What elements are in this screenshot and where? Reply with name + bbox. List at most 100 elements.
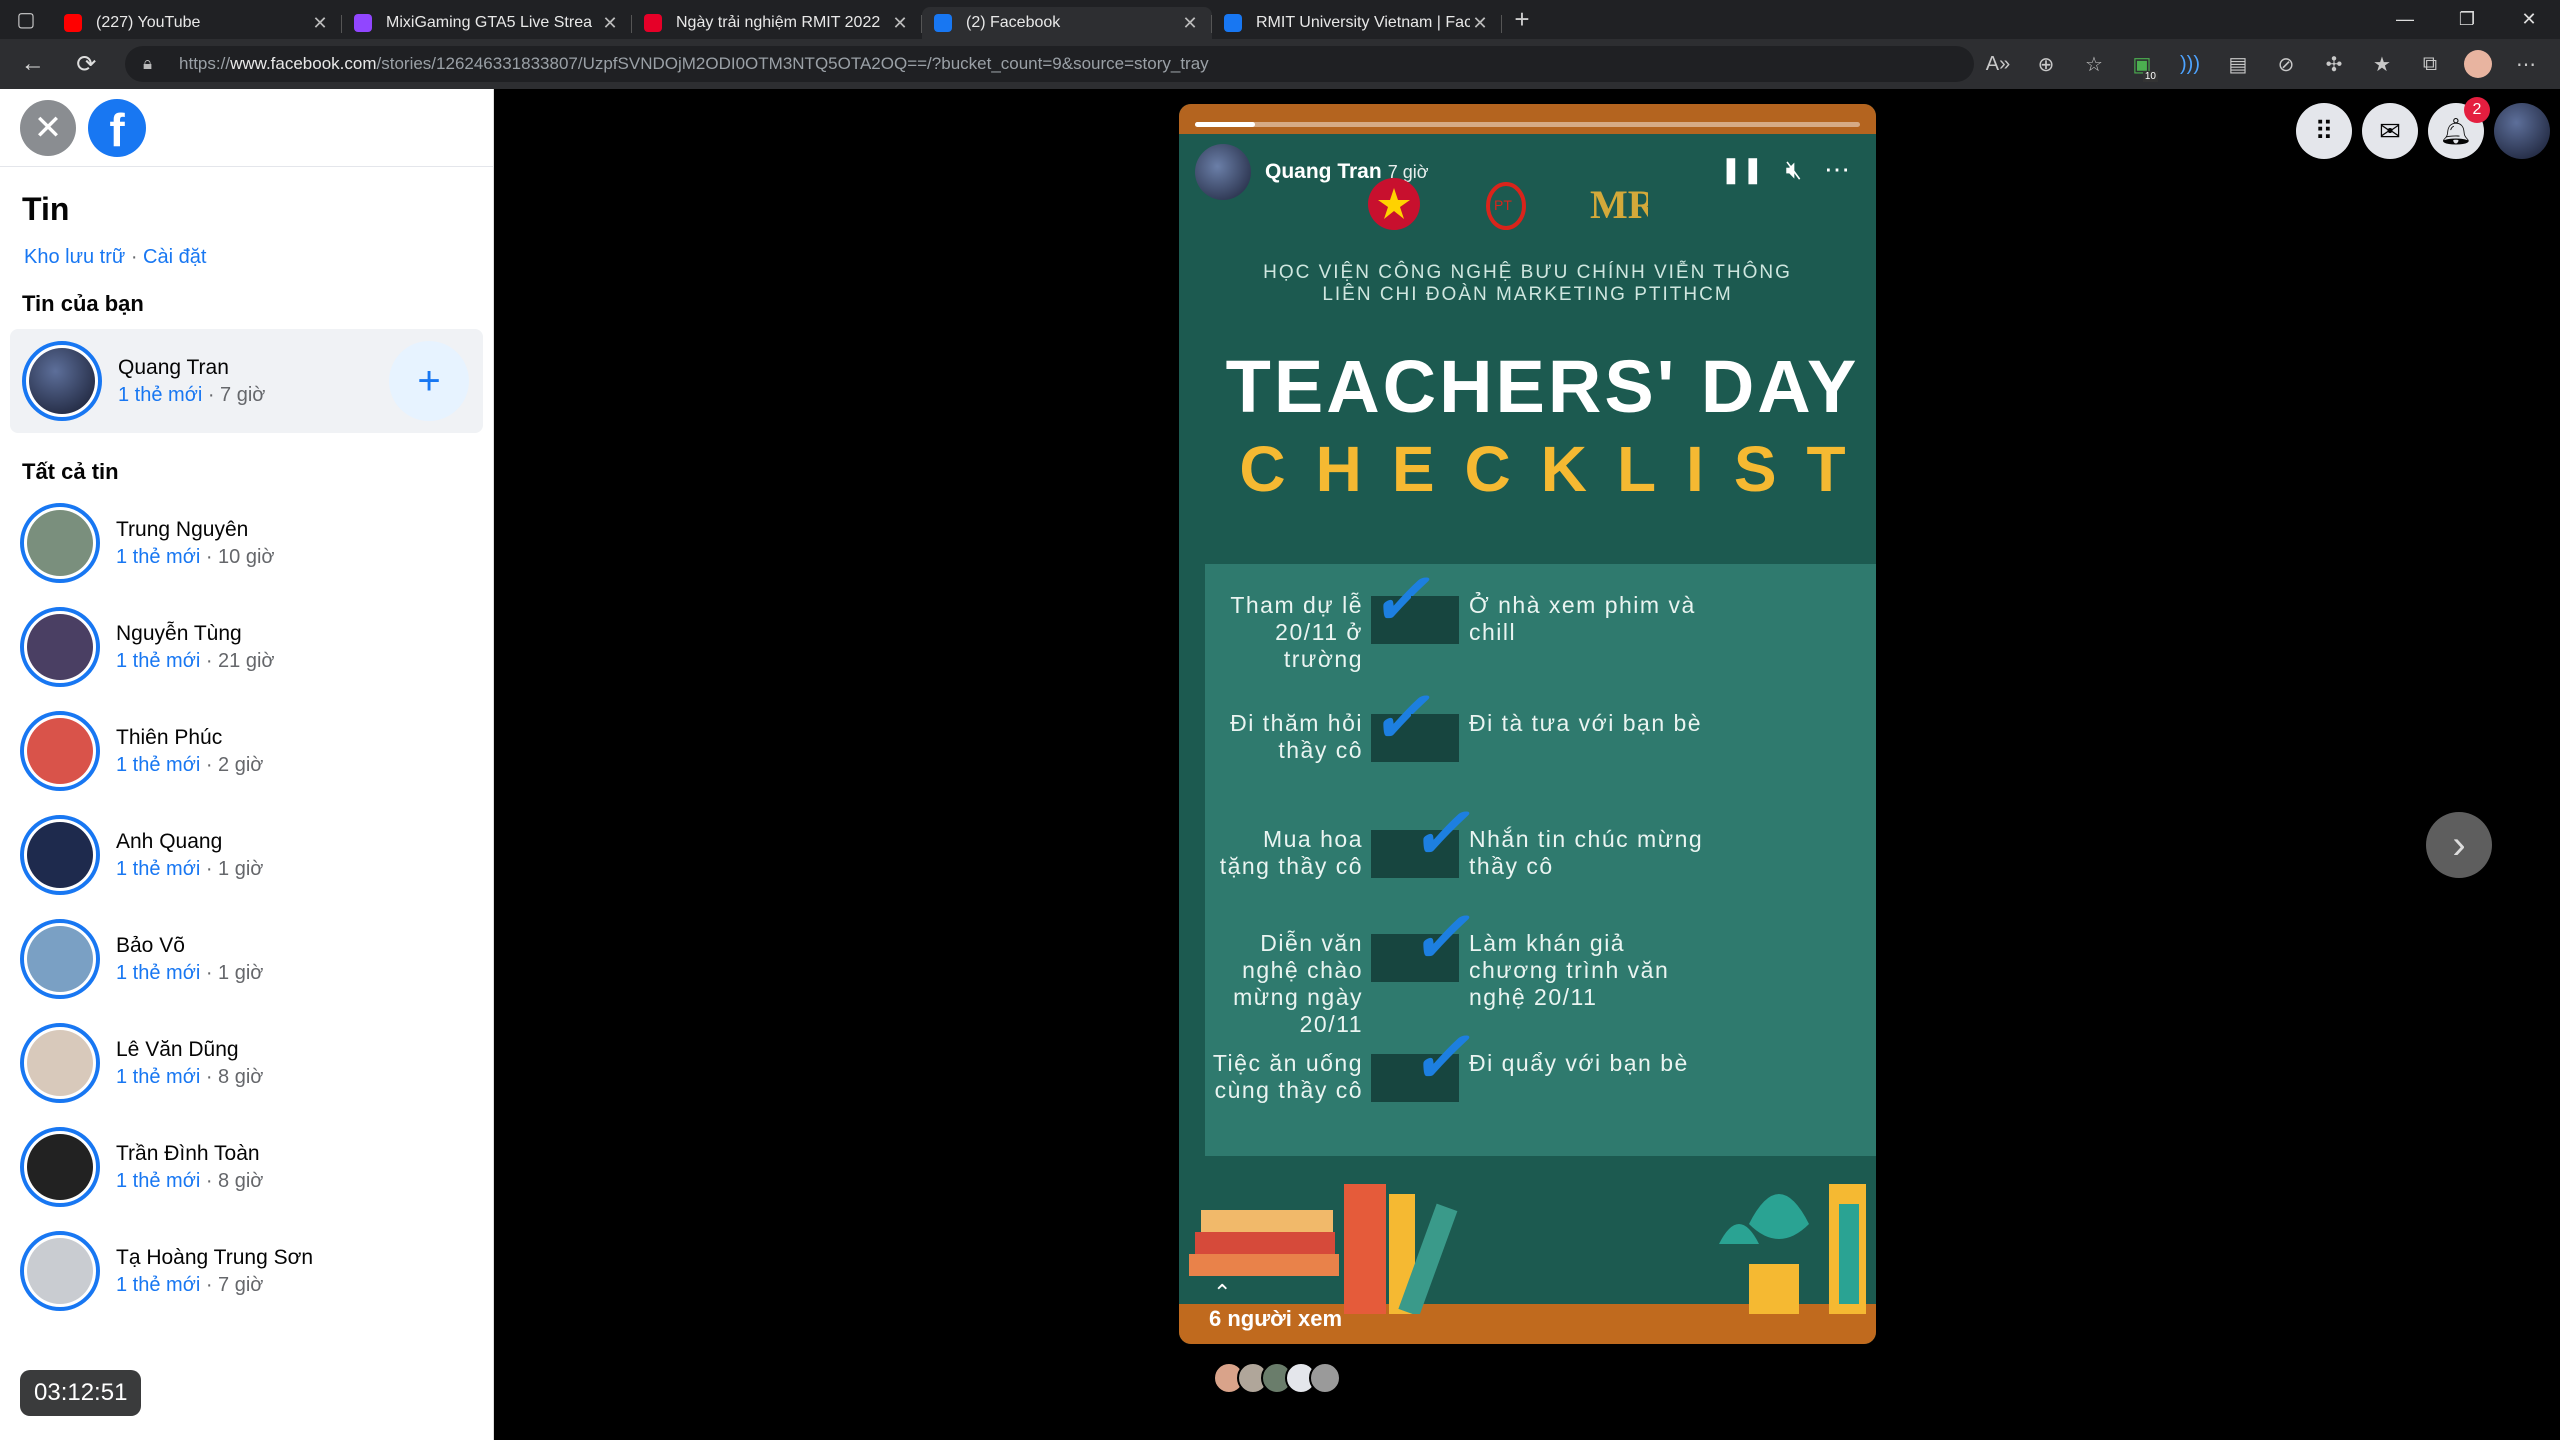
notifications-icon[interactable]: 🔔︎ 2: [2428, 97, 2490, 159]
tab-title: Ngày trải nghiệm RMIT 2022: [676, 14, 881, 31]
story-new-count: 1 thẻ mới: [116, 1169, 201, 1192]
browser-tab[interactable]: (227) YouTube ✕: [52, 7, 342, 39]
story-time: 1 giờ: [218, 857, 264, 880]
story-card[interactable]: Quang Tran 7 giờ ❚❚ 🔇︎ ⋯ PT MR HỌC VIỆN …: [1179, 104, 1876, 1344]
story-owner-name: Quang Tran: [118, 355, 229, 379]
story-viewer: ⠿ ✉ 🔔︎ 2 Quang Tran 7 giờ ❚❚ 🔇︎ ⋯ PT MR H…: [495, 89, 2560, 1440]
mute-icon[interactable]: 🔇︎: [1786, 154, 1802, 186]
story-time: 8 giờ: [218, 1169, 264, 1192]
story-list-item[interactable]: Tạ Hoàng Trung Sơn 1 thẻ mới · 7 giờ: [0, 1219, 493, 1323]
add-story-button[interactable]: +: [389, 341, 469, 421]
url-host: www.facebook.com: [230, 54, 377, 73]
close-tab-icon[interactable]: ✕: [1180, 13, 1200, 34]
checklist-item-text: Ở nhà xem phim và chill: [1469, 592, 1696, 645]
browser-tab[interactable]: MixiGaming GTA5 Live Strea ✕: [342, 7, 632, 39]
story-new-count: 1 thẻ mới: [116, 649, 201, 672]
avatar: [20, 503, 100, 583]
page-title: Tin: [22, 191, 70, 227]
profile-avatar[interactable]: [2454, 44, 2502, 84]
facebook-icon: [1224, 14, 1242, 32]
close-tab-icon[interactable]: ✕: [310, 13, 330, 34]
url-field[interactable]: 🔒︎ https://www.facebook.com/stories/1262…: [125, 46, 1974, 82]
checkbox[interactable]: [1411, 714, 1459, 762]
close-icon[interactable]: ✕: [20, 99, 76, 156]
avatar: [20, 1127, 100, 1207]
avatar: [20, 1023, 100, 1103]
url-prefix: https://: [179, 54, 231, 73]
svg-text:MR: MR: [1590, 182, 1648, 227]
account-avatar[interactable]: [2494, 103, 2550, 159]
close-tab-icon[interactable]: ✕: [890, 13, 910, 34]
settings-link[interactable]: Cài đặt: [143, 246, 206, 268]
collections-icon[interactable]: ⧉: [2406, 44, 2454, 84]
refresh-icon[interactable]: ⟳: [66, 43, 108, 85]
check-mark-icon: ✓: [1409, 898, 1470, 978]
story-list-item[interactable]: Thiên Phúc 1 thẻ mới · 2 giờ: [0, 699, 493, 803]
address-bar-row: ← ⟳ 🔒︎ https://www.facebook.com/stories/…: [0, 39, 2560, 89]
checkbox[interactable]: [1411, 596, 1459, 644]
screenshot-off-icon[interactable]: ▤: [2214, 44, 2262, 84]
favorite-add-icon[interactable]: ☆: [2070, 44, 2118, 84]
viewer-avatar: [1309, 1362, 1341, 1394]
more-options-icon[interactable]: ⋯: [1824, 154, 1850, 186]
more-menu-icon[interactable]: ⋯: [2502, 44, 2550, 84]
ptit-logo: PT: [1476, 174, 1536, 234]
story-time: 7 giờ: [218, 1273, 264, 1296]
menu-grid-icon[interactable]: ⠿: [2296, 103, 2352, 159]
story-subtitle: HỌC VIỆN CÔNG NGHỆ BƯU CHÍNH VIỄN THÔNG …: [1179, 262, 1876, 306]
read-aloud-icon[interactable]: A»: [1974, 44, 2022, 84]
separator-dot: ·: [125, 246, 144, 268]
close-tab-icon[interactable]: ✕: [1470, 13, 1490, 34]
favorites-icon[interactable]: ★: [2358, 44, 2406, 84]
browser-tab-bar: ▢ (227) YouTube ✕ MixiGaming GTA5 Live Str…: [0, 0, 2560, 39]
my-story-item[interactable]: Quang Tran 1 thẻ mới · 7 giờ +: [10, 329, 483, 433]
story-list-item[interactable]: Anh Quang 1 thẻ mới · 1 giờ: [0, 803, 493, 907]
messenger-icon[interactable]: ✉: [2362, 103, 2418, 159]
viewer-avatars[interactable]: [1213, 1362, 1341, 1394]
story-list-item[interactable]: Lê Văn Dũng 1 thẻ mới · 8 giờ: [0, 1011, 493, 1115]
facebook-logo-icon[interactable]: f: [88, 98, 146, 157]
extensions-icon[interactable]: ✣: [2310, 44, 2358, 84]
next-story-button[interactable]: ›: [2426, 812, 2492, 878]
viewers-caret-icon[interactable]: ⌃: [1213, 1280, 1231, 1306]
notification-badge: 2: [2464, 97, 2490, 123]
tab-actions-icon[interactable]: ▢: [0, 0, 52, 39]
story-progress-bar: [1195, 122, 1860, 127]
tab-title: MixiGaming GTA5 Live Strea: [386, 14, 592, 31]
new-tab-button[interactable]: +: [1502, 4, 1542, 35]
extension-badge-icon[interactable]: ▣ 10: [2118, 44, 2166, 84]
story-list-item[interactable]: Nguyễn Tùng 1 thẻ mới · 21 giờ: [0, 595, 493, 699]
story-list-item[interactable]: Trần Đình Toàn 1 thẻ mới · 8 giờ: [0, 1115, 493, 1219]
story-owner-name: Lê Văn Dũng: [116, 1037, 239, 1061]
checklist-item-text: Mua hoa tặng thầy cô: [1219, 826, 1363, 879]
pause-icon[interactable]: ❚❚: [1720, 154, 1764, 186]
archive-link[interactable]: Kho lưu trữ: [24, 246, 125, 268]
extension-badge-count: 10: [2142, 71, 2158, 82]
close-window-icon[interactable]: ✕: [2498, 0, 2560, 39]
back-icon[interactable]: ←: [12, 43, 54, 85]
close-tab-icon[interactable]: ✕: [600, 13, 620, 34]
avatar: [20, 815, 100, 895]
browser-tab[interactable]: (2) Facebook ✕: [922, 7, 1212, 39]
twitch-icon: [354, 14, 372, 32]
wifi-icon[interactable]: ))): [2166, 44, 2214, 84]
browser-tab[interactable]: RMIT University Vietnam | Faceb ✕: [1212, 7, 1502, 39]
compass-icon[interactable]: ⊘: [2262, 44, 2310, 84]
story-time: 7 giờ: [220, 383, 266, 406]
zoom-icon[interactable]: ⊕: [2022, 44, 2070, 84]
owner-avatar[interactable]: [1195, 144, 1251, 200]
story-new-count: 1 thẻ mới: [116, 753, 201, 776]
check-mark-icon: ✓: [1409, 794, 1470, 874]
checklist-item-text: Nhắn tin chúc mừng thầy cô: [1469, 826, 1704, 879]
lock-icon: 🔒︎: [143, 54, 153, 73]
story-list-item[interactable]: Trung Nguyên 1 thẻ mới · 10 giờ: [0, 491, 493, 595]
browser-tab[interactable]: Ngày trải nghiệm RMIT 2022 ✕: [632, 7, 922, 39]
story-list-item[interactable]: Bảo Võ 1 thẻ mới · 1 giờ: [0, 907, 493, 1011]
story-owner-name: Thiên Phúc: [116, 725, 223, 749]
minimize-icon[interactable]: —: [2374, 0, 2436, 39]
story-owner-name: Trung Nguyên: [116, 517, 249, 541]
books-plant-decoration: [1189, 1184, 1866, 1314]
checklist-board: Tham dự lễ 20/11 ở trường ✓ Ở nhà xem phim…: [1205, 564, 1876, 1156]
viewers-count[interactable]: 6 người xem: [1209, 1306, 1342, 1332]
restore-icon[interactable]: ❐: [2436, 0, 2498, 39]
